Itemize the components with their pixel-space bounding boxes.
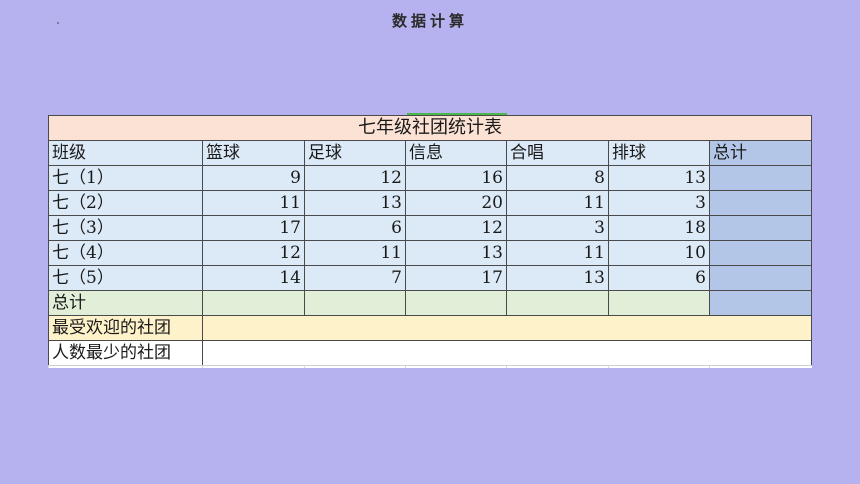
gridline-cell: [48, 365, 203, 368]
gridline-cell: [405, 365, 507, 368]
table-row: 七（2） 11 13 20 11 3: [48, 190, 813, 216]
value-cell[interactable]: 12: [202, 240, 305, 266]
sheet-gridline-row: [48, 365, 812, 368]
class-cell[interactable]: 七（3）: [48, 215, 203, 241]
sum-cell[interactable]: [202, 290, 305, 316]
table-row: 七（4） 12 11 13 11 10: [48, 240, 813, 266]
value-cell[interactable]: 13: [506, 265, 609, 291]
header-volleyball[interactable]: 排球: [608, 140, 710, 166]
value-cell[interactable]: 6: [304, 215, 406, 241]
sum-cell[interactable]: [608, 290, 710, 316]
value-cell[interactable]: 17: [202, 215, 305, 241]
value-cell[interactable]: 11: [506, 190, 609, 216]
sum-cell[interactable]: [405, 290, 507, 316]
header-chorus[interactable]: 合唱: [506, 140, 609, 166]
sum-cell[interactable]: [304, 290, 406, 316]
slide-title: 数据计算: [391, 12, 468, 30]
least-members-row: 人数最少的社团: [48, 340, 813, 366]
table-row: 七（1） 9 12 16 8 13: [48, 165, 813, 191]
table-title[interactable]: 七年级社团统计表: [47, 115, 813, 141]
value-cell[interactable]: 18: [608, 215, 710, 241]
most-popular-row: 最受欢迎的社团: [48, 315, 813, 341]
value-cell[interactable]: 16: [405, 165, 507, 191]
value-cell[interactable]: 20: [405, 190, 507, 216]
table-title-row: 七年级社团统计表: [47, 115, 813, 141]
row-total-cell[interactable]: [708, 190, 813, 216]
value-cell[interactable]: 17: [405, 265, 507, 291]
table-row: 七（5） 14 7 17 13 6: [48, 265, 813, 291]
sum-label[interactable]: 总计: [48, 290, 203, 316]
table-row: 七（3） 17 6 12 3 18: [48, 215, 813, 241]
value-cell[interactable]: 12: [304, 165, 406, 191]
row-total-cell[interactable]: [708, 215, 813, 241]
sum-cell[interactable]: [506, 290, 609, 316]
gridline-cell: [202, 365, 305, 368]
club-statistics-table: 七年级社团统计表 班级 篮球 足球 信息 合唱 排球 总计 七（1） 9 12 …: [47, 115, 813, 368]
least-members-label[interactable]: 人数最少的社团: [48, 340, 203, 366]
value-cell[interactable]: 7: [304, 265, 406, 291]
value-cell[interactable]: 3: [506, 215, 609, 241]
value-cell[interactable]: 13: [405, 240, 507, 266]
row-total-cell[interactable]: [708, 265, 813, 291]
row-total-cell[interactable]: [708, 240, 813, 266]
header-row: 班级 篮球 足球 信息 合唱 排球 总计: [48, 140, 813, 166]
value-cell[interactable]: 10: [608, 240, 710, 266]
value-cell[interactable]: 14: [202, 265, 305, 291]
class-cell[interactable]: 七（4）: [48, 240, 203, 266]
value-cell[interactable]: 3: [608, 190, 710, 216]
gridline-cell: [506, 365, 609, 368]
least-members-value[interactable]: [201, 340, 813, 366]
value-cell[interactable]: 11: [304, 240, 406, 266]
header-basketball[interactable]: 篮球: [202, 140, 305, 166]
value-cell[interactable]: 13: [608, 165, 710, 191]
value-cell[interactable]: 8: [506, 165, 609, 191]
class-cell[interactable]: 七（5）: [48, 265, 203, 291]
header-total[interactable]: 总计: [708, 140, 813, 166]
class-cell[interactable]: 七（1）: [48, 165, 203, 191]
class-cell[interactable]: 七（2）: [48, 190, 203, 216]
most-popular-label[interactable]: 最受欢迎的社团: [48, 315, 203, 341]
header-class[interactable]: 班级: [48, 140, 203, 166]
value-cell[interactable]: 11: [202, 190, 305, 216]
gridline-cell: [708, 365, 812, 368]
gridline-cell: [304, 365, 406, 368]
header-information[interactable]: 信息: [405, 140, 507, 166]
value-cell[interactable]: 12: [405, 215, 507, 241]
most-popular-value[interactable]: [201, 315, 813, 341]
row-total-cell[interactable]: [708, 165, 813, 191]
value-cell[interactable]: 11: [506, 240, 609, 266]
gridline-cell: [608, 365, 710, 368]
value-cell[interactable]: 9: [202, 165, 305, 191]
grand-total-cell[interactable]: [708, 290, 813, 316]
value-cell[interactable]: 6: [608, 265, 710, 291]
sum-row: 总计: [48, 290, 813, 316]
value-cell[interactable]: 13: [304, 190, 406, 216]
header-football[interactable]: 足球: [304, 140, 406, 166]
